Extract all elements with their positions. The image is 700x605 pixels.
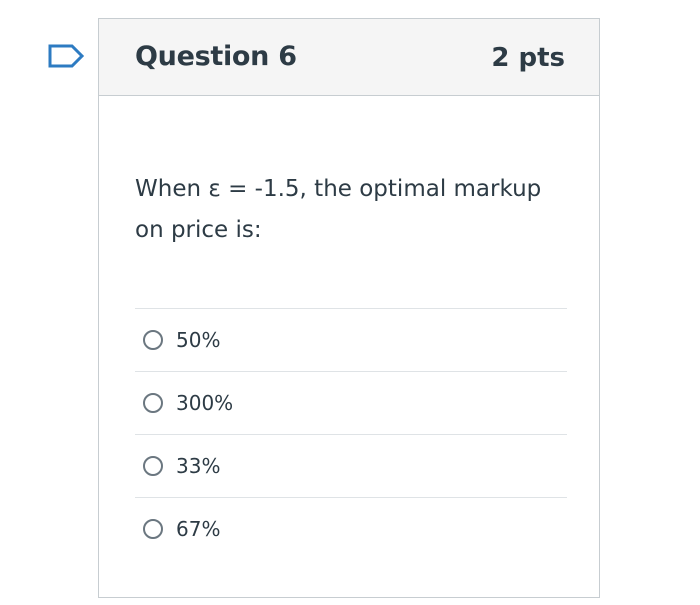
question-points: 2 pts	[491, 43, 565, 73]
answer-label: 33%	[176, 454, 221, 478]
answer-list: 50% 300% 33% 67%	[135, 308, 567, 560]
question-text: When ε = -1.5, the optimal markup on pri…	[135, 176, 542, 243]
answer-option[interactable]: 67%	[135, 497, 567, 560]
question-card: Question 6 2 pts When ε = -1.5, the opti…	[98, 18, 600, 598]
question-title: Question 6	[135, 41, 297, 72]
radio-unchecked-icon[interactable]	[143, 330, 163, 350]
flag-question-icon[interactable]	[46, 42, 86, 70]
answer-label: 50%	[176, 328, 221, 352]
radio-unchecked-icon[interactable]	[143, 393, 163, 413]
answer-label: 300%	[176, 391, 234, 415]
answer-option[interactable]: 50%	[135, 308, 567, 371]
radio-unchecked-icon[interactable]	[143, 519, 163, 539]
answer-label: 67%	[176, 517, 221, 541]
radio-unchecked-icon[interactable]	[143, 456, 163, 476]
question-header: Question 6 2 pts	[99, 19, 599, 96]
answer-option[interactable]: 300%	[135, 371, 567, 434]
answer-option[interactable]: 33%	[135, 434, 567, 497]
